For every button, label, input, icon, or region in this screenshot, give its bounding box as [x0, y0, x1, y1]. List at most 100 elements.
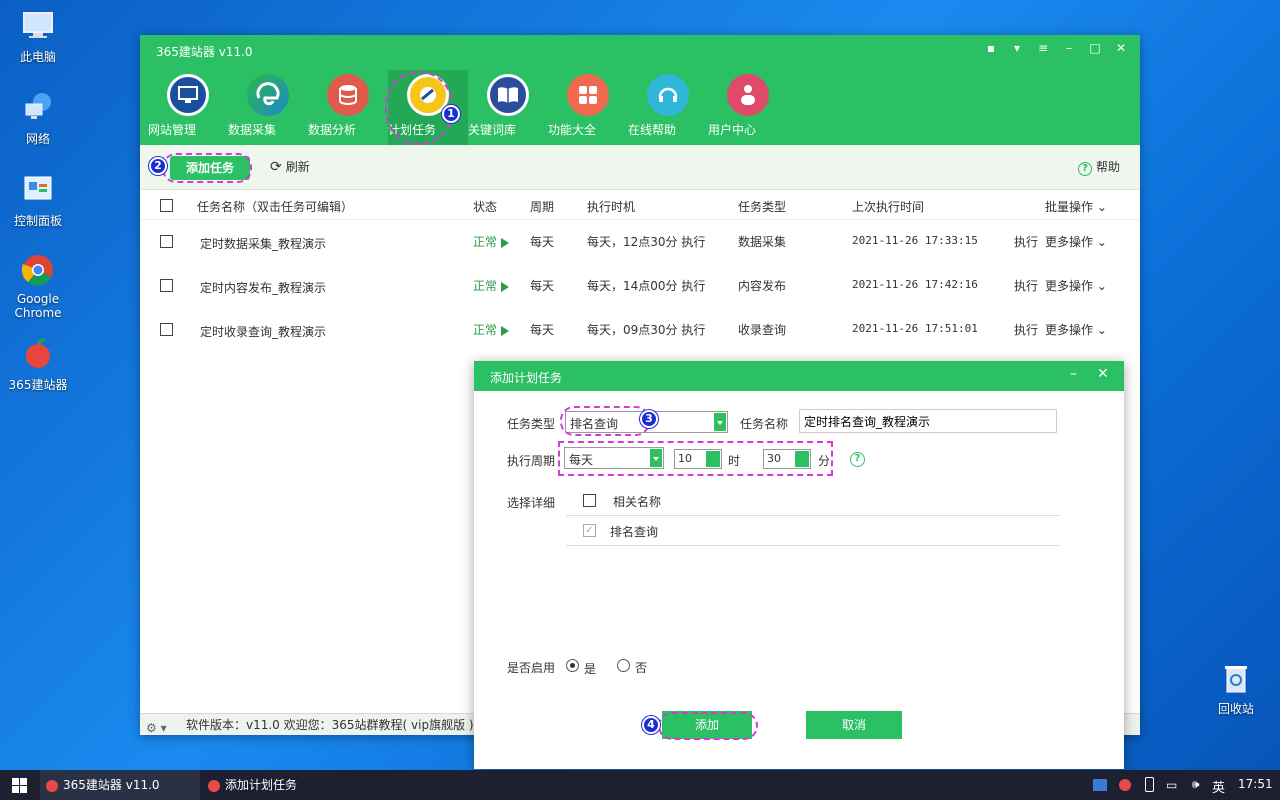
- table-row[interactable]: 定时收录查询_教程演示 正常 每天 每天，09点30分 执行 收录查询 2021…: [140, 308, 1140, 352]
- enable-no-label: 否: [635, 661, 648, 675]
- detail-table: 相关名称 ✓ 排名查询: [566, 484, 1060, 546]
- dialog-title: 添加计划任务: [490, 371, 563, 385]
- chevron-down-icon: [714, 413, 726, 431]
- nav-item-keyword-library[interactable]: 关键词库: [468, 70, 548, 145]
- desktop-icon-control-panel[interactable]: 控制面板: [2, 172, 74, 229]
- task-type-label: 任务类型: [507, 417, 556, 431]
- task-last-run: 2021-11-26 17:42:16: [852, 278, 978, 291]
- settings-icon[interactable]: ⚙ ▾: [146, 717, 167, 739]
- table-row[interactable]: 定时内容发布_教程演示 正常 每天 每天，14点00分 执行 内容发布 2021…: [140, 264, 1140, 308]
- more-actions-dropdown[interactable]: 更多操作 ⌄: [1045, 233, 1107, 250]
- annotation-number: 3: [640, 410, 658, 428]
- enable-yes-label: 是: [584, 662, 597, 676]
- close-icon[interactable]: ✕: [1114, 41, 1128, 55]
- volume-icon[interactable]: 🕪: [1192, 777, 1200, 792]
- nav-item-user-center[interactable]: 用户中心: [708, 70, 788, 145]
- batch-operation-dropdown[interactable]: 批量操作 ⌄: [1045, 198, 1107, 215]
- refresh-icon: ⟳: [270, 159, 282, 175]
- close-icon[interactable]: ✕: [1097, 366, 1109, 382]
- task-cycle: 每天: [530, 235, 555, 249]
- batch-label: 批量操作: [1045, 200, 1094, 214]
- desktop-icon-network[interactable]: 网络: [2, 90, 74, 147]
- monitor-icon: [167, 74, 209, 116]
- usb-icon[interactable]: [1145, 777, 1154, 792]
- more-actions-dropdown[interactable]: 更多操作 ⌄: [1045, 321, 1107, 338]
- maximize-icon[interactable]: □: [1088, 41, 1102, 55]
- table-row[interactable]: 定时数据采集_教程演示 正常 每天 每天，12点30分 执行 数据采集 2021…: [140, 220, 1140, 264]
- nav-item-data-analysis[interactable]: 数据分析: [308, 70, 388, 145]
- col-type: 任务类型: [738, 200, 787, 214]
- enable-yes-radio[interactable]: [566, 659, 579, 672]
- task-status: 正常: [473, 233, 510, 250]
- tray-apple-icon[interactable]: [1119, 779, 1131, 791]
- play-icon[interactable]: [501, 325, 510, 336]
- desktop-icon-this-pc[interactable]: 此电脑: [2, 8, 74, 65]
- nav-item-online-help[interactable]: 在线帮助: [628, 70, 708, 145]
- run-link[interactable]: 执行: [1014, 233, 1038, 250]
- taskbar-item-label: 添加计划任务: [225, 778, 298, 792]
- network-icon[interactable]: ▭: [1166, 778, 1177, 792]
- feedback-icon[interactable]: ▪: [984, 41, 998, 55]
- recycle-bin-icon: [1225, 666, 1247, 693]
- task-time: 每天，12点30分 执行: [587, 235, 706, 249]
- nav-label: 网站管理: [148, 123, 197, 137]
- task-status: 正常: [473, 277, 510, 294]
- taskbar-item-dialog[interactable]: 添加计划任务: [202, 770, 362, 800]
- table-header: 任务名称（双击任务可编辑） 状态 周期 执行时机 任务类型 上次执行时间 批量操…: [140, 190, 1140, 220]
- main-nav: 网站管理 数据采集 数据分析 计划任务 关键词库 功能大全 在线帮助 用户中心: [148, 70, 788, 145]
- annotation-highlight: [558, 441, 833, 476]
- computer-icon: [23, 12, 53, 38]
- nav-item-all-features[interactable]: 功能大全: [548, 70, 628, 145]
- apple-icon: [46, 779, 58, 792]
- refresh-button[interactable]: ⟳ 刷新: [270, 158, 310, 175]
- task-cycle: 每天: [530, 323, 555, 337]
- task-name-input[interactable]: [799, 409, 1057, 433]
- annotation-highlight: [560, 406, 650, 436]
- annotation-number: 1: [442, 105, 460, 123]
- detail-row-label: 排名查询: [610, 525, 659, 539]
- menu-icon[interactable]: ≡: [1036, 41, 1050, 55]
- chevron-down-icon: ⌄: [1096, 200, 1107, 214]
- desktop-icon-365[interactable]: 365建站器: [2, 336, 74, 393]
- help-label: 帮助: [1095, 160, 1120, 174]
- ime-indicator[interactable]: 英: [1212, 777, 1225, 796]
- run-link[interactable]: 执行: [1014, 321, 1038, 338]
- minimize-icon[interactable]: –: [1070, 366, 1077, 382]
- detail-row[interactable]: ✓ 排名查询: [566, 516, 1060, 546]
- enable-no-radio[interactable]: [617, 659, 630, 672]
- start-icon[interactable]: [12, 778, 27, 796]
- row-checkbox[interactable]: [160, 235, 173, 248]
- add-task-dialog: 添加计划任务 – ✕ 任务类型 排名查询 3 任务名称 执行周期 每天 10 时…: [474, 361, 1124, 769]
- run-link[interactable]: 执行: [1014, 277, 1038, 294]
- detail-row-checkbox[interactable]: ✓: [583, 524, 596, 537]
- cancel-button[interactable]: 取消: [806, 711, 902, 739]
- minimize-icon[interactable]: –: [1062, 41, 1076, 55]
- row-checkbox[interactable]: [160, 279, 173, 292]
- taskbar-item-main-window[interactable]: 365建站器 v11.0: [40, 770, 200, 800]
- desktop-icon-recycle-bin[interactable]: 回收站: [1200, 660, 1272, 717]
- clock[interactable]: 17:51: [1238, 777, 1273, 791]
- database-icon: [327, 74, 369, 116]
- col-time: 执行时机: [587, 200, 636, 214]
- detail-select-all-checkbox[interactable]: [583, 494, 596, 507]
- select-all-checkbox[interactable]: [160, 199, 173, 212]
- more-actions-dropdown[interactable]: 更多操作 ⌄: [1045, 277, 1107, 294]
- play-icon[interactable]: [501, 237, 510, 248]
- row-checkbox[interactable]: [160, 323, 173, 336]
- chevron-down-icon: ⌄: [1096, 235, 1107, 249]
- toolbar: 添加任务 2 ⟳ 刷新 ? 帮助: [140, 145, 1140, 190]
- col-status: 状态: [473, 200, 498, 214]
- skin-icon[interactable]: ▾: [1010, 41, 1024, 55]
- nav-label: 数据采集: [228, 123, 277, 137]
- play-icon[interactable]: [501, 281, 510, 292]
- nav-label: 在线帮助: [628, 123, 677, 137]
- task-name: 定时收录查询_教程演示: [200, 325, 327, 339]
- tray-app-icon[interactable]: [1093, 779, 1107, 791]
- col-name: 任务名称（双击任务可编辑）: [197, 200, 354, 214]
- desktop-icon-chrome[interactable]: Google Chrome: [2, 252, 74, 320]
- chevron-down-icon: ⌄: [1096, 323, 1107, 337]
- nav-item-site-management[interactable]: 网站管理: [148, 70, 228, 145]
- help-button[interactable]: ? 帮助: [1077, 158, 1120, 176]
- help-icon[interactable]: ?: [850, 452, 865, 467]
- nav-item-data-collection[interactable]: 数据采集: [228, 70, 308, 145]
